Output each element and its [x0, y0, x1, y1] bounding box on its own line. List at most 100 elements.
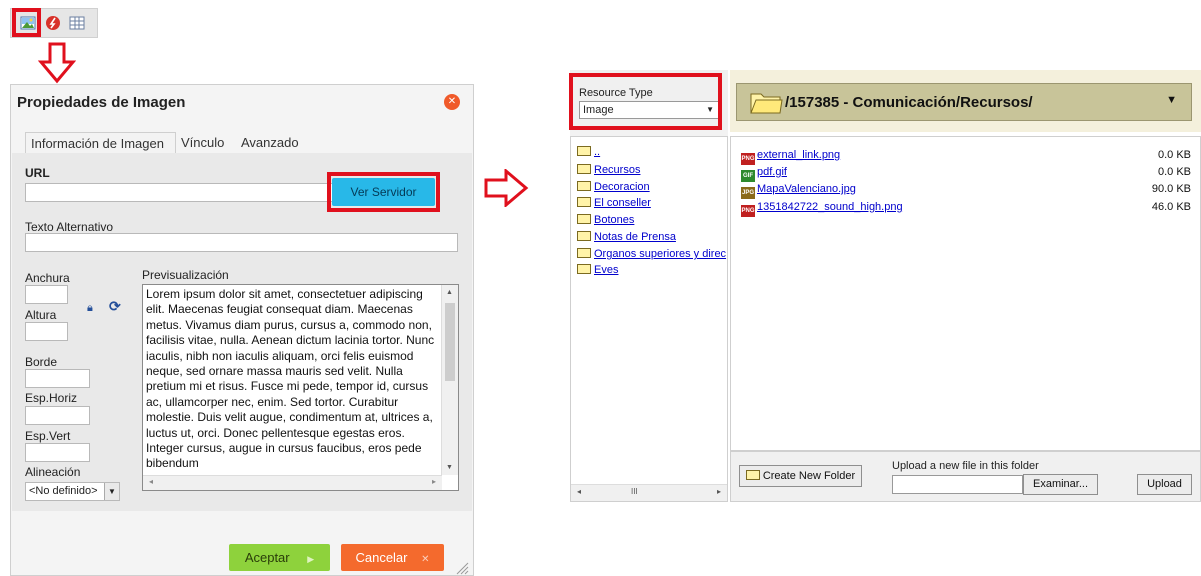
scroll-up-icon[interactable]: ▲: [446, 289, 453, 296]
close-icon[interactable]: ✕: [444, 94, 460, 110]
cancel-x-icon: ✕: [421, 554, 430, 565]
file-name-link[interactable]: external_link.png: [757, 149, 840, 161]
cancel-button[interactable]: Cancelar ✕: [341, 544, 444, 571]
file-list: PNG external_link.png 0.0 KB GIF pdf.gif 0…: [730, 136, 1201, 451]
ok-arrow-icon: ▶: [307, 554, 315, 564]
browse-button[interactable]: Examinar...: [1023, 474, 1098, 495]
scrollbar-grip[interactable]: III: [631, 487, 638, 496]
tree-item-label[interactable]: Botones: [594, 214, 634, 226]
reset-size-icon[interactable]: ⟳: [109, 298, 121, 315]
tree-item-label[interactable]: Decoracion: [594, 181, 650, 193]
scrollbar-thumb[interactable]: [445, 303, 455, 381]
upload-button[interactable]: Upload: [1137, 474, 1192, 495]
border-input[interactable]: [25, 369, 90, 388]
url-input[interactable]: [25, 183, 337, 202]
tree-item-label[interactable]: ..: [594, 146, 600, 158]
browse-server-highlight: [327, 172, 440, 212]
alt-text-label: Texto Alternativo: [25, 220, 114, 234]
hspace-input[interactable]: [25, 406, 90, 425]
tree-item-label[interactable]: Recursos: [594, 164, 640, 176]
vspace-label: Esp.Vert: [25, 429, 71, 443]
width-label: Anchura: [25, 271, 70, 285]
file-size: 90.0 KB: [1151, 183, 1191, 195]
create-folder-button[interactable]: Create New Folder: [739, 465, 862, 487]
folder-icon: [577, 214, 591, 224]
upload-file-input[interactable]: [892, 475, 1023, 494]
tree-item-decoracion[interactable]: Decoracion: [577, 180, 650, 194]
scroll-right-icon[interactable]: ▸: [717, 487, 721, 496]
resource-type-highlight: [569, 73, 722, 130]
table-icon[interactable]: [68, 14, 86, 32]
height-input[interactable]: [25, 322, 68, 341]
current-folder-path[interactable]: /157385 - Comunicación/Recursos/ ▼: [736, 83, 1192, 121]
folder-icon: [577, 231, 591, 241]
tree-item-notas-de-prensa[interactable]: Notas de Prensa: [577, 230, 676, 244]
list-item[interactable]: PNG 1351842722_sound_high.png 46.0 KB: [741, 200, 1191, 217]
preview-horizontal-scrollbar[interactable]: ◂ ▸: [143, 475, 442, 490]
preview-box: Lorem ipsum dolor sit amet, consectetuer…: [142, 284, 459, 491]
ok-button[interactable]: Aceptar ▶: [229, 544, 330, 571]
lock-ratio-icon[interactable]: 🔒︎: [87, 302, 93, 315]
tree-item-el-conseller[interactable]: El conseller: [577, 196, 651, 210]
scroll-down-icon[interactable]: ▼: [446, 464, 453, 471]
url-label: URL: [25, 166, 50, 180]
tree-item-organos[interactable]: Organos superiores y direc: [577, 247, 726, 261]
tree-item-eves[interactable]: Eves: [577, 263, 618, 277]
arrow-down-icon: [38, 42, 76, 84]
tree-item-botones[interactable]: Botones: [577, 213, 634, 227]
tree-item-parent[interactable]: ..: [577, 145, 600, 159]
height-label: Altura: [25, 308, 57, 322]
upload-hint: Upload a new file in this folder: [892, 460, 1039, 472]
file-browser-actions: Create New Folder Upload a new file in t…: [730, 451, 1201, 502]
width-input[interactable]: [25, 285, 68, 304]
tree-item-label[interactable]: El conseller: [594, 197, 651, 209]
align-select[interactable]: <No definido> ▼: [25, 482, 120, 501]
alt-text-input[interactable]: [25, 233, 458, 252]
current-folder-label: /157385 - Comunicación/Recursos/: [785, 94, 1033, 111]
file-name-link[interactable]: MapaValenciano.jpg: [757, 183, 856, 195]
list-item[interactable]: GIF pdf.gif 0.0 KB: [741, 165, 1191, 182]
folder-icon: [745, 470, 760, 480]
folder-icon: [577, 264, 591, 274]
gif-icon: GIF: [741, 170, 755, 182]
image-properties-dialog: Propiedades de Imagen ✕ Información de I…: [10, 84, 474, 576]
dialog-title: Propiedades de Imagen: [17, 94, 186, 111]
ok-button-label: Aceptar: [244, 550, 290, 565]
arrow-right-icon: [484, 169, 529, 207]
flash-icon[interactable]: [44, 14, 62, 32]
tree-item-label[interactable]: Notas de Prensa: [594, 231, 676, 243]
file-name-link[interactable]: 1351842722_sound_high.png: [757, 201, 903, 213]
preview-vertical-scrollbar[interactable]: ▲ ▼: [441, 285, 458, 475]
scroll-left-icon[interactable]: ◂: [149, 477, 153, 486]
folder-icon: [577, 164, 591, 174]
folder-icon: [577, 197, 591, 207]
file-size: 46.0 KB: [1151, 201, 1191, 213]
tab-image-info[interactable]: Información de Imagen: [25, 132, 176, 154]
scroll-left-icon[interactable]: ◂: [577, 487, 581, 496]
jpg-icon: JPG: [741, 187, 755, 199]
chevron-down-icon[interactable]: ▼: [1166, 94, 1177, 106]
list-item[interactable]: PNG external_link.png 0.0 KB: [741, 148, 1191, 165]
vspace-input[interactable]: [25, 443, 90, 462]
tree-item-label[interactable]: Organos superiores y direc: [594, 248, 726, 260]
list-item[interactable]: JPG MapaValenciano.jpg 90.0 KB: [741, 182, 1191, 199]
folder-up-icon: [577, 146, 591, 156]
tree-item-recursos[interactable]: Recursos: [577, 163, 640, 177]
preview-label: Previsualización: [142, 268, 229, 282]
file-name-link[interactable]: pdf.gif: [757, 166, 787, 178]
png-icon: PNG: [741, 205, 755, 217]
scroll-right-icon[interactable]: ▸: [432, 477, 436, 486]
chevron-down-icon[interactable]: ▼: [104, 483, 119, 500]
tab-link[interactable]: Vínculo: [176, 132, 236, 154]
tab-advanced[interactable]: Avanzado: [236, 132, 304, 154]
folder-open-icon: [750, 93, 783, 114]
align-select-value: <No definido>: [29, 485, 98, 497]
resize-grip-icon[interactable]: [455, 561, 469, 575]
tree-horizontal-scrollbar[interactable]: ◂ III ▸: [571, 484, 727, 501]
tree-item-label[interactable]: Eves: [594, 264, 618, 276]
cancel-button-label: Cancelar: [355, 550, 408, 565]
hspace-label: Esp.Horiz: [25, 391, 78, 405]
folder-tree: .. Recursos Decoracion El conseller Boto…: [570, 136, 728, 502]
preview-text: Lorem ipsum dolor sit amet, consectetuer…: [146, 287, 438, 471]
align-label: Alineación: [25, 465, 81, 479]
